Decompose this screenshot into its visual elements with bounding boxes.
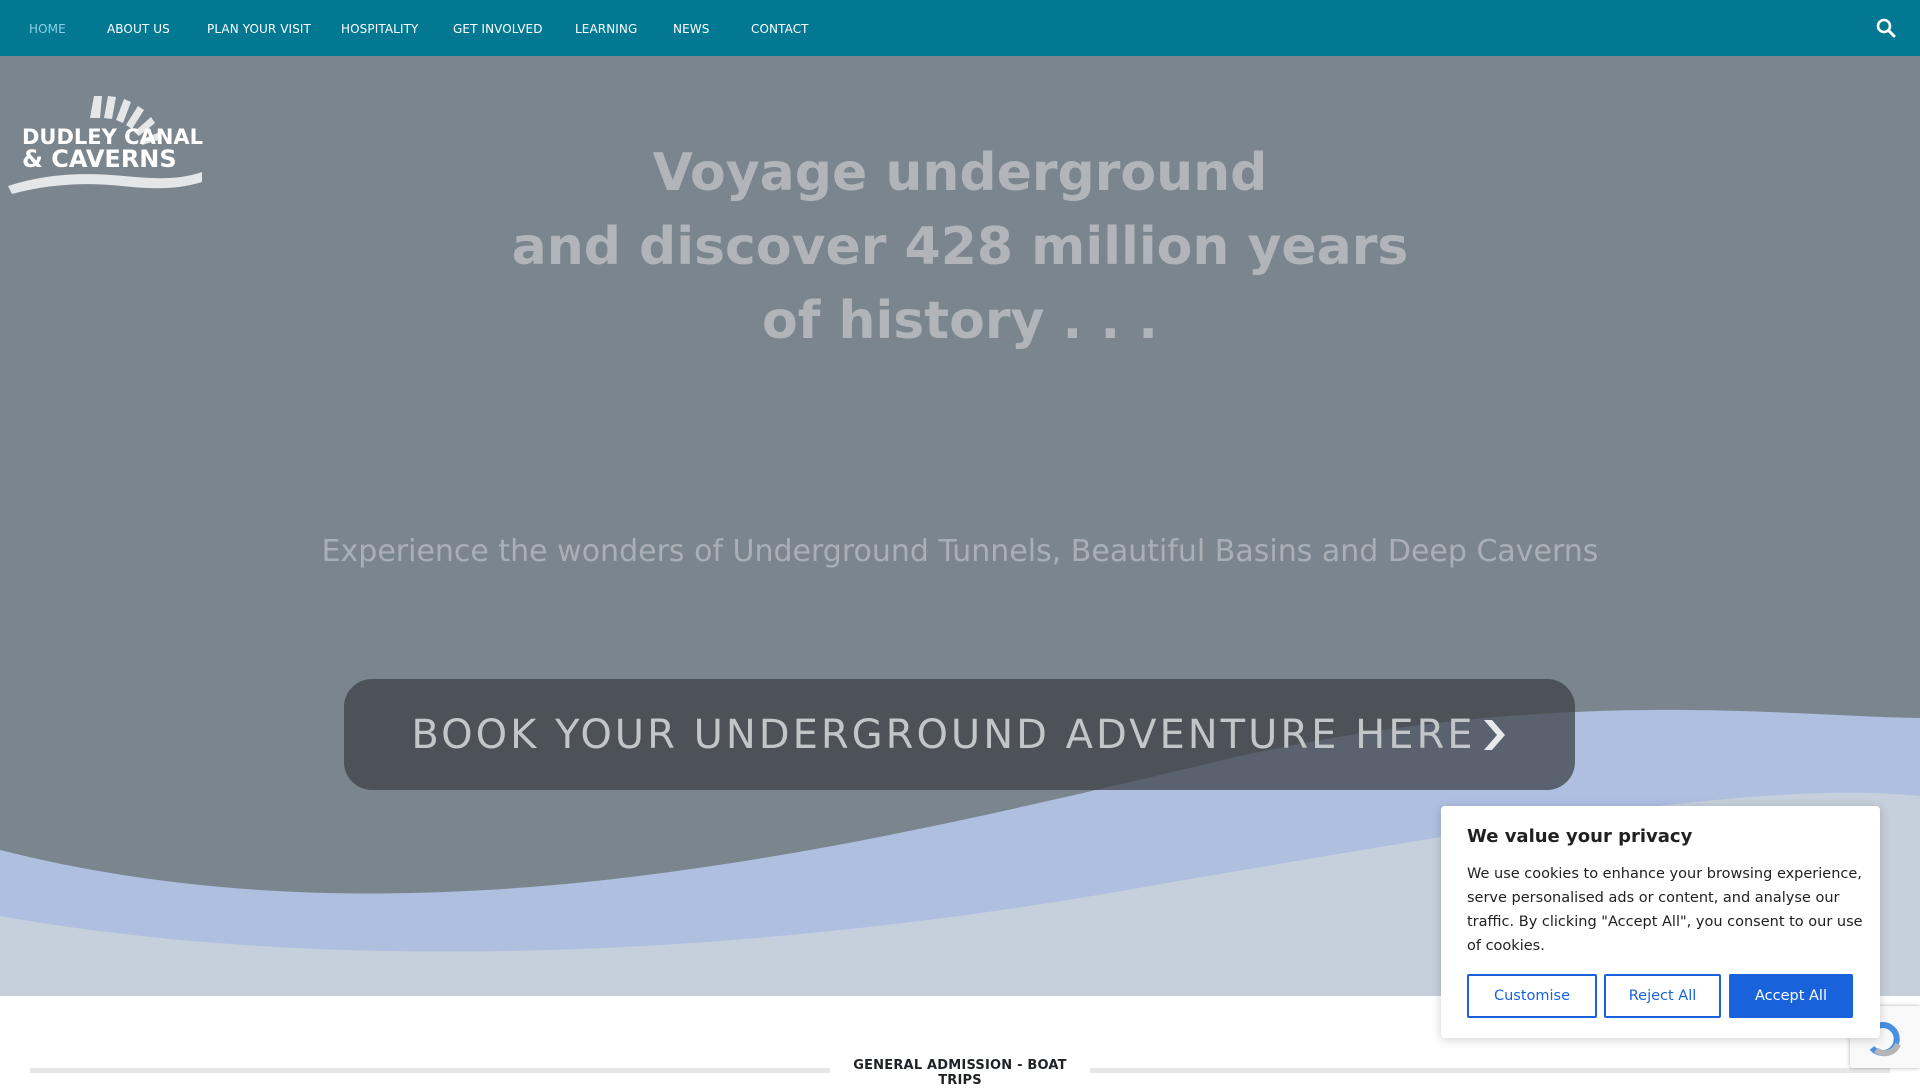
hero-tagline: Experience the wonders of Underground Tu… [321,534,1599,569]
cookie-description: We use cookies to enhance your browsing … [1467,866,1863,954]
nav-item-learning[interactable]: LEARNING [575,22,637,36]
top-navigation: HOME ABOUT US PLAN YOUR VISIT HOSPITALIT… [0,0,1920,56]
nav-item-get-involved[interactable]: GET INVOLVED [453,22,543,36]
hero-headline-line2: and discover 428 million years [511,217,1409,277]
hero-headline-line1: Voyage underground [652,143,1268,203]
logo-text-line2: & CAVERNS [22,145,177,173]
cookie-title: We value your privacy [1467,826,1693,847]
nav-item-hospitality[interactable]: HOSPITALITY [341,22,418,36]
search-icon[interactable] [1875,17,1897,39]
hero-headline-line3: of history . . . [762,291,1158,351]
cookie-consent-banner: We value your privacy We use cookies to … [1441,806,1880,1038]
dudley-canal-caverns-logo: DUDLEY CANAL & CAVERNS [8,96,203,194]
hero-headline: Voyage underground and discover 428 mill… [460,136,1460,358]
book-adventure-label: BOOK YOUR UNDERGROUND ADVENTURE HERE [411,711,1476,758]
customise-button[interactable]: Customise [1467,974,1597,1018]
nav-item-home[interactable]: HOME [29,22,66,36]
book-adventure-button[interactable]: BOOK YOUR UNDERGROUND ADVENTURE HERE [344,679,1575,790]
accept-all-button[interactable]: Accept All [1729,974,1853,1018]
section-title: GENERAL ADMISSION - BOAT TRIPS [830,1058,1090,1088]
nav-item-news[interactable]: NEWS [673,22,709,36]
reject-all-button[interactable]: Reject All [1604,974,1721,1018]
chevron-right-icon [1483,719,1505,750]
nav-item-plan-your-visit[interactable]: PLAN YOUR VISIT [207,22,311,36]
nav-item-contact[interactable]: CONTACT [751,22,809,36]
nav-item-about-us[interactable]: ABOUT US [107,22,170,36]
